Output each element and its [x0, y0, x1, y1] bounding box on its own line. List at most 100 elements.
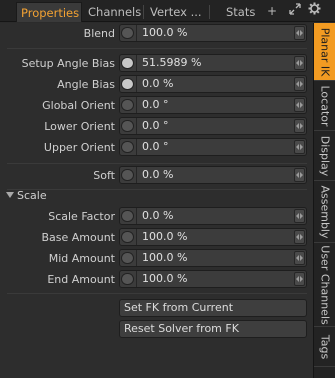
end-amount-field[interactable]: 100.0 %: [119, 270, 307, 288]
value-stepper[interactable]: [294, 209, 305, 223]
keyframe-dot[interactable]: [121, 27, 134, 39]
global-orient-field[interactable]: 0.0 °: [119, 96, 307, 114]
gear-icon[interactable]: [307, 2, 321, 20]
collapse-arrow-icon[interactable]: [6, 192, 14, 198]
mid-amount-value: 100.0 %: [142, 251, 188, 264]
setup-angle-bias-value: 51.5989 %: [142, 56, 202, 69]
value-stepper[interactable]: [294, 26, 305, 40]
mid-amount-field[interactable]: 100.0 %: [119, 249, 307, 267]
tab-channels-label: Channels: [88, 5, 142, 19]
global-orient-value: 0.0 °: [142, 98, 169, 111]
mid-amount-row: Mid Amount 100.0 %: [0, 248, 313, 269]
field-separator: [136, 229, 137, 245]
add-tab-button[interactable]: +: [265, 2, 279, 20]
lower-orient-row: Lower Orient 0.0 °: [0, 116, 313, 137]
value-stepper[interactable]: [294, 251, 305, 265]
angle-bias-value: 0.0 %: [142, 77, 174, 90]
tab-bar: Properties Channels Vertex ... Stats +: [0, 0, 335, 22]
soft-field[interactable]: 0.0 %: [119, 166, 307, 184]
tab-properties-label: Properties: [21, 6, 80, 20]
blend-row: Blend 100.0 %: [0, 23, 313, 44]
scale-section-header[interactable]: Scale: [0, 187, 313, 205]
field-separator: [136, 118, 137, 134]
tab-channels[interactable]: Channels: [84, 2, 142, 22]
soft-row: Soft 0.0 %: [0, 165, 313, 186]
value-stepper[interactable]: [294, 168, 305, 182]
tab-stats[interactable]: Stats: [222, 2, 262, 22]
value-stepper[interactable]: [294, 230, 305, 244]
blend-field[interactable]: 100.0 %: [119, 24, 307, 42]
side-tab-assembly-label: Assembly: [318, 184, 331, 239]
value-stepper[interactable]: [294, 140, 305, 154]
angle-bias-row: Angle Bias 0.0 %: [0, 74, 313, 95]
expand-icon[interactable]: [288, 2, 302, 20]
side-tab-display[interactable]: Display: [314, 131, 335, 181]
value-stepper[interactable]: [294, 77, 305, 91]
side-tab-user-channels[interactable]: User Channels: [314, 243, 335, 327]
scale-factor-field[interactable]: 0.0 %: [119, 207, 307, 225]
tab-vertex[interactable]: Vertex ...: [146, 2, 208, 22]
divider: [7, 293, 307, 294]
base-amount-label: Base Amount: [41, 231, 115, 244]
tab-separator: [209, 5, 210, 19]
base-amount-value: 100.0 %: [142, 230, 188, 243]
keyframe-dot[interactable]: [121, 210, 134, 222]
angle-bias-label: Angle Bias: [57, 78, 115, 91]
field-separator: [136, 55, 137, 71]
tab-vertex-label: Vertex ...: [150, 5, 202, 19]
value-stepper[interactable]: [294, 119, 305, 133]
field-separator: [136, 250, 137, 266]
keyframe-dot[interactable]: [121, 120, 134, 132]
lower-orient-field[interactable]: 0.0 °: [119, 117, 307, 135]
soft-label: Soft: [93, 169, 115, 182]
tab-separator: [143, 5, 144, 19]
keyframe-dot[interactable]: [121, 252, 134, 264]
global-orient-label: Global Orient: [42, 99, 115, 112]
end-amount-value: 100.0 %: [142, 272, 188, 285]
keyframe-dot[interactable]: [121, 141, 134, 153]
field-separator: [136, 271, 137, 287]
setup-angle-bias-field[interactable]: 51.5989 %: [119, 54, 307, 72]
side-tab-tags-label: Tags: [318, 334, 331, 359]
tab-stats-label: Stats: [226, 5, 256, 19]
set-fk-from-current-button[interactable]: Set FK from Current: [119, 299, 307, 317]
scale-factor-label: Scale Factor: [48, 210, 115, 223]
tab-properties[interactable]: Properties: [16, 2, 82, 22]
value-stepper[interactable]: [294, 56, 305, 70]
value-stepper[interactable]: [294, 272, 305, 286]
upper-orient-label: Upper Orient: [43, 141, 115, 154]
keyframe-dot[interactable]: [121, 57, 134, 69]
field-separator: [136, 139, 137, 155]
base-amount-field[interactable]: 100.0 %: [119, 228, 307, 246]
keyframe-dot[interactable]: [121, 169, 134, 181]
upper-orient-field[interactable]: 0.0 °: [119, 138, 307, 156]
field-separator: [136, 25, 137, 41]
soft-value: 0.0 %: [142, 168, 174, 181]
side-tab-tags[interactable]: Tags: [314, 327, 335, 367]
keyframe-dot[interactable]: [121, 78, 134, 90]
global-orient-row: Global Orient 0.0 °: [0, 95, 313, 116]
side-tab-display-label: Display: [318, 135, 331, 176]
field-separator: [136, 208, 137, 224]
side-tab-bar: Planar IK Locator Display Assembly User …: [313, 23, 335, 378]
keyframe-dot[interactable]: [121, 231, 134, 243]
blend-label: Blend: [83, 27, 115, 40]
keyframe-dot[interactable]: [121, 99, 134, 111]
side-tab-locator[interactable]: Locator: [314, 81, 335, 131]
properties-panel: Blend 100.0 % Setup Angle Bias 51.5989 %…: [0, 23, 313, 378]
reset-solver-from-fk-button[interactable]: Reset Solver from FK: [119, 320, 307, 338]
setup-angle-bias-row: Setup Angle Bias 51.5989 %: [0, 53, 313, 74]
side-tab-assembly[interactable]: Assembly: [314, 181, 335, 243]
lower-orient-value: 0.0 °: [142, 119, 169, 132]
field-separator: [136, 167, 137, 183]
lower-orient-label: Lower Orient: [44, 120, 115, 133]
scale-factor-value: 0.0 %: [142, 209, 174, 222]
keyframe-dot[interactable]: [121, 273, 134, 285]
side-tab-planar-ik[interactable]: Planar IK: [314, 23, 335, 81]
side-tab-locator-label: Locator: [318, 84, 331, 127]
end-amount-label: End Amount: [47, 273, 115, 286]
side-tab-user-channels-label: User Channels: [318, 244, 331, 325]
scale-factor-row: Scale Factor 0.0 %: [0, 206, 313, 227]
value-stepper[interactable]: [294, 98, 305, 112]
angle-bias-field[interactable]: 0.0 %: [119, 75, 307, 93]
